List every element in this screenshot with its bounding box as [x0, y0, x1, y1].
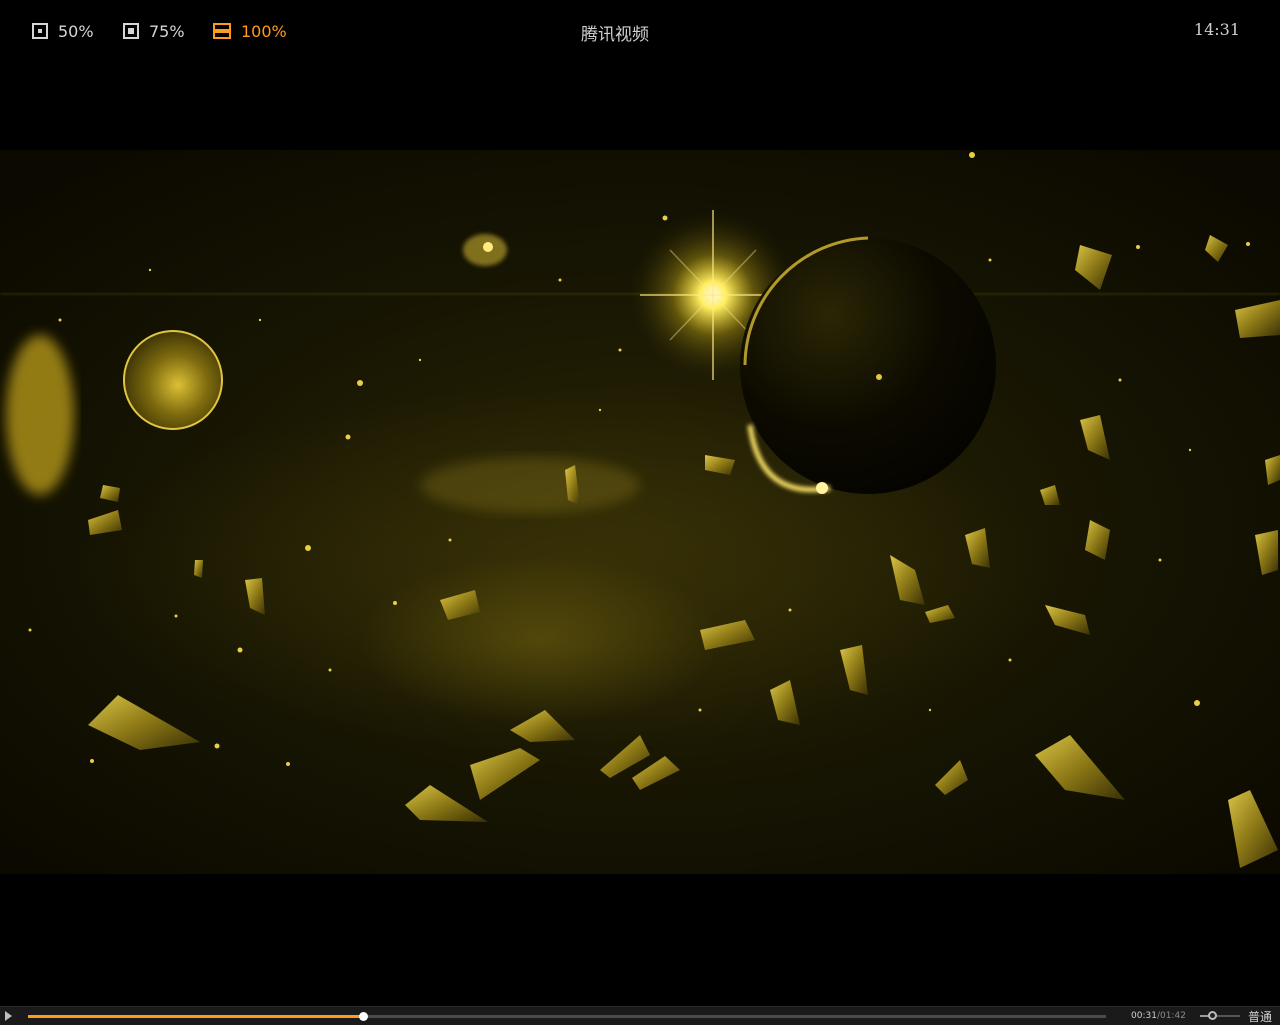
volume-track	[1200, 1011, 1240, 1020]
video-frame[interactable]	[0, 150, 1280, 874]
clock: 14:31	[1193, 20, 1240, 39]
app-title: 腾讯视频	[581, 25, 649, 45]
top-bar: 50% 75% 100% 腾讯视频 14:31	[0, 0, 1280, 62]
volume-slider[interactable]	[1200, 1010, 1242, 1022]
volume-knob[interactable]	[1208, 1011, 1217, 1020]
progress-knob[interactable]	[359, 1012, 369, 1021]
space-scene-video-frame	[0, 152, 1280, 868]
time-current: 00:31	[1131, 1011, 1157, 1021]
progress-bar[interactable]	[28, 1012, 1106, 1021]
control-bar: 00:31/01:42 普通	[0, 1006, 1280, 1025]
time-duration: 01:42	[1159, 1011, 1186, 1021]
quality-button[interactable]: 普通	[1248, 1008, 1272, 1025]
progress-fill	[28, 1015, 364, 1018]
time-display: 00:31/01:42	[1131, 1011, 1186, 1021]
play-icon[interactable]	[5, 1011, 12, 1021]
